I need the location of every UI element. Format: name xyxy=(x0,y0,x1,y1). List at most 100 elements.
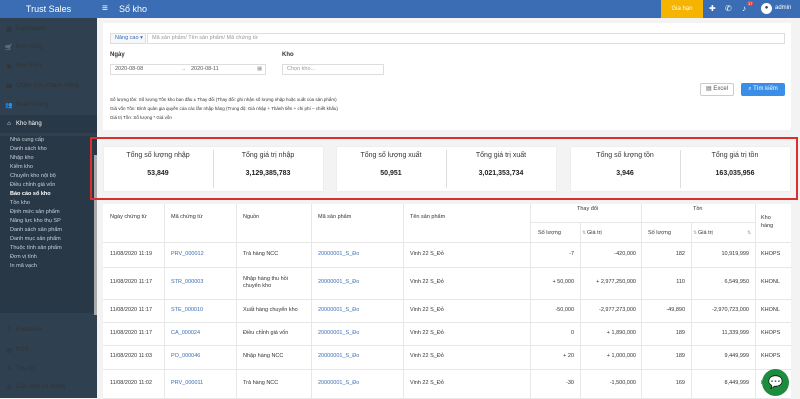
row-divider xyxy=(103,299,791,300)
cell-sku[interactable]: 20000001_S_Đo xyxy=(318,380,359,386)
cell-cv: + 1,890,000 xyxy=(606,329,636,336)
sidebar-item-cashbook[interactable]: $ Thu chi xyxy=(0,360,97,378)
trial-label: Gia hạn xyxy=(671,6,693,12)
sidebar-sub-warehouse-list[interactable]: Danh sách kho xyxy=(0,145,97,154)
sidebar-item-orders[interactable]: 🛒 Đơn hàng xyxy=(0,38,97,56)
sidebar-sub-product-list[interactable]: Danh sách sản phẩm xyxy=(0,226,97,235)
cell-doc[interactable]: PO_000046 xyxy=(171,353,200,359)
cell-doc[interactable]: PRV_000011 xyxy=(171,380,203,386)
cell-cq: -30 xyxy=(566,379,574,386)
header-doc: Mã chứng từ xyxy=(171,214,203,220)
cell-name: Vinh 22 S_Đỏ xyxy=(410,279,444,285)
warehouse-select[interactable]: Chọn kho... xyxy=(282,64,384,75)
sidebar-item-pos[interactable]: ▤ POS xyxy=(0,341,97,359)
cell-doc[interactable]: STR_000003 xyxy=(171,279,203,285)
cell-sv: -2,970,723,000 xyxy=(711,306,749,313)
avatar[interactable]: ● xyxy=(761,3,772,14)
cell-sq: 110 xyxy=(676,279,685,285)
cell-sku[interactable]: 20000001_S_Đo xyxy=(318,251,359,257)
phone-icon[interactable]: ✆ xyxy=(725,4,732,14)
sidebar-sub-cost-adjust[interactable]: Điều chỉnh giá vốn xyxy=(0,181,97,190)
cell-source: Điều chỉnh giá vốn xyxy=(243,329,289,336)
sidebar-item-customer-care[interactable]: ☎ Chăm Sóc Khách Hàng xyxy=(0,77,97,95)
divider xyxy=(680,150,681,188)
top-bar: ≡ Sổ kho Gia hạn ✚ ✆ ♪ 17 ● admin xyxy=(97,0,800,18)
cell-name: Vinh 22 S_Đỏ xyxy=(410,329,444,336)
cell-cv: -420,000 xyxy=(614,251,636,257)
search-button[interactable]: ⌕ Tìm kiếm xyxy=(741,83,785,96)
cell-sku[interactable]: 20000001_S_Đo xyxy=(318,279,359,285)
search-input[interactable]: Mã sản phẩm/ Tên sản phẩm/ Mã chứng từ xyxy=(147,33,785,44)
cell-wh: KHOPS xyxy=(761,251,781,257)
sidebar-sub-product-categories[interactable]: Danh mục sản phẩm xyxy=(0,235,97,244)
cell-sq: -49,890 xyxy=(666,306,685,313)
sidebar-sub-import[interactable]: Nhập kho xyxy=(0,154,97,163)
header-stock: Tồn xyxy=(693,206,703,212)
sidebar-sub-barcode[interactable]: In mã vạch xyxy=(0,262,97,313)
stat-total-stock-qty: Tổng số lượng tồn 3,946 xyxy=(596,152,654,177)
header-stock-value: Giá trị xyxy=(698,230,713,236)
cell-sku[interactable]: 20000001_S_Đo xyxy=(318,307,359,313)
sidebar-item-settings[interactable]: ⚙ Cấu hình hệ thống xyxy=(0,378,97,396)
sidebar-sub-inventory-check[interactable]: Kiểm kho xyxy=(0,163,97,172)
sidebar-item-dashboard[interactable]: ▦ Dashboard xyxy=(0,20,97,38)
calendar-icon: ▦ xyxy=(257,66,263,72)
sidebar-sub-stock-ledger[interactable]: Báo cáo sổ kho xyxy=(0,190,97,199)
divider xyxy=(213,150,214,188)
cell-date: 11/08/2020 11:03 xyxy=(110,353,153,359)
renew-button[interactable]: Gia hạn xyxy=(661,0,703,18)
sidebar-sub-units[interactable]: Đơn vị tính xyxy=(0,253,97,262)
sidebar-item-warehouse[interactable]: ⌂ Kho hàng xyxy=(0,115,97,133)
excel-button[interactable]: ▤ Excel xyxy=(700,83,734,96)
cell-doc[interactable]: STE_000010 xyxy=(171,307,203,313)
advanced-dropdown[interactable]: Nâng cao ▾ xyxy=(110,33,146,44)
stat-total-import-qty: Tổng số lượng nhập 53,849 xyxy=(126,152,190,177)
sort-icon[interactable]: ⇅ xyxy=(582,230,586,236)
sidebar-sub-attributes[interactable]: Thuộc tính sản phẩm xyxy=(0,244,97,253)
cell-date: 11/08/2020 11:17 xyxy=(110,279,153,285)
cell-doc[interactable]: CA_000024 xyxy=(171,330,200,336)
sidebar-item-parcels[interactable]: ▣ Bưu Kiện xyxy=(0,57,97,75)
note-line-1: Số lượng tồn: Số lượng Tồn kho ban đầu ±… xyxy=(110,97,337,102)
cell-wh: KHONL xyxy=(761,279,780,285)
cell-sku[interactable]: 20000001_S_Đo xyxy=(318,353,359,359)
chat-bubble-icon[interactable]: 💬 xyxy=(762,369,789,396)
bell-icon[interactable]: ♪ xyxy=(742,4,746,14)
cell-source: Trả hàng NCC xyxy=(243,379,279,386)
warehouse-icon: ⌂ xyxy=(7,121,11,127)
cell-cq: 0 xyxy=(570,329,574,336)
sidebar-sub-suppliers[interactable]: Nhà cung cấp xyxy=(0,136,97,145)
facebook-icon: f xyxy=(8,327,10,333)
sidebar-sub-stock[interactable]: Tồn kho xyxy=(0,199,97,208)
cell-source: Nhập hàng NCC xyxy=(243,353,284,359)
plus-icon[interactable]: ✚ xyxy=(709,4,716,14)
divider xyxy=(446,150,447,188)
sidebar-sub-internal-transfer[interactable]: Chuyển kho nội bộ xyxy=(0,172,97,181)
cell-sv: 10,919,999 xyxy=(721,251,749,257)
cell-cq: + 20 xyxy=(563,353,574,359)
menu-icon[interactable]: ≡ xyxy=(102,3,108,14)
cell-cq: -7 xyxy=(569,251,574,257)
date-range-input[interactable]: 2020-08-08 → 2020-08-11 ▦ xyxy=(110,64,266,75)
cell-date: 11/08/2020 11:02 xyxy=(110,379,153,386)
cell-sv: 8,449,999 xyxy=(724,379,749,386)
sort-icon[interactable]: ⇅ xyxy=(693,230,697,236)
stat-total-export-value: Tổng giá trị xuất 3,021,353,734 xyxy=(475,152,527,177)
cell-sv: 9,449,999 xyxy=(724,353,749,359)
cell-doc[interactable]: PRV_000012 xyxy=(171,251,204,257)
sidebar-sub-capacity[interactable]: Năng lực kho thụ SP xyxy=(0,217,97,226)
sidebar-item-customers[interactable]: 👥 Khách hàng xyxy=(0,96,97,114)
cell-sq: 169 xyxy=(675,379,685,386)
user-name[interactable]: admin xyxy=(775,5,791,11)
stat-total-import-value: Tổng giá trị nhập 3,129,385,783 xyxy=(241,152,295,177)
cell-sku[interactable]: 20000001_S_Đo xyxy=(318,330,359,336)
cell-sv: 11,339,999 xyxy=(721,329,749,336)
sort-icon[interactable]: ⇅ xyxy=(747,230,751,236)
note-line-3: Giá trị Tồn: Số lượng * Giá vốn xyxy=(110,115,172,120)
sidebar-sub-norms[interactable]: Định mức sản phẩm xyxy=(0,208,97,217)
divider xyxy=(103,242,791,243)
sidebar-item-facebook[interactable]: f Facebook xyxy=(0,321,97,339)
file-icon: ▤ xyxy=(705,86,712,92)
users-icon: 👥 xyxy=(5,102,13,109)
date-arrow: → xyxy=(181,66,187,72)
